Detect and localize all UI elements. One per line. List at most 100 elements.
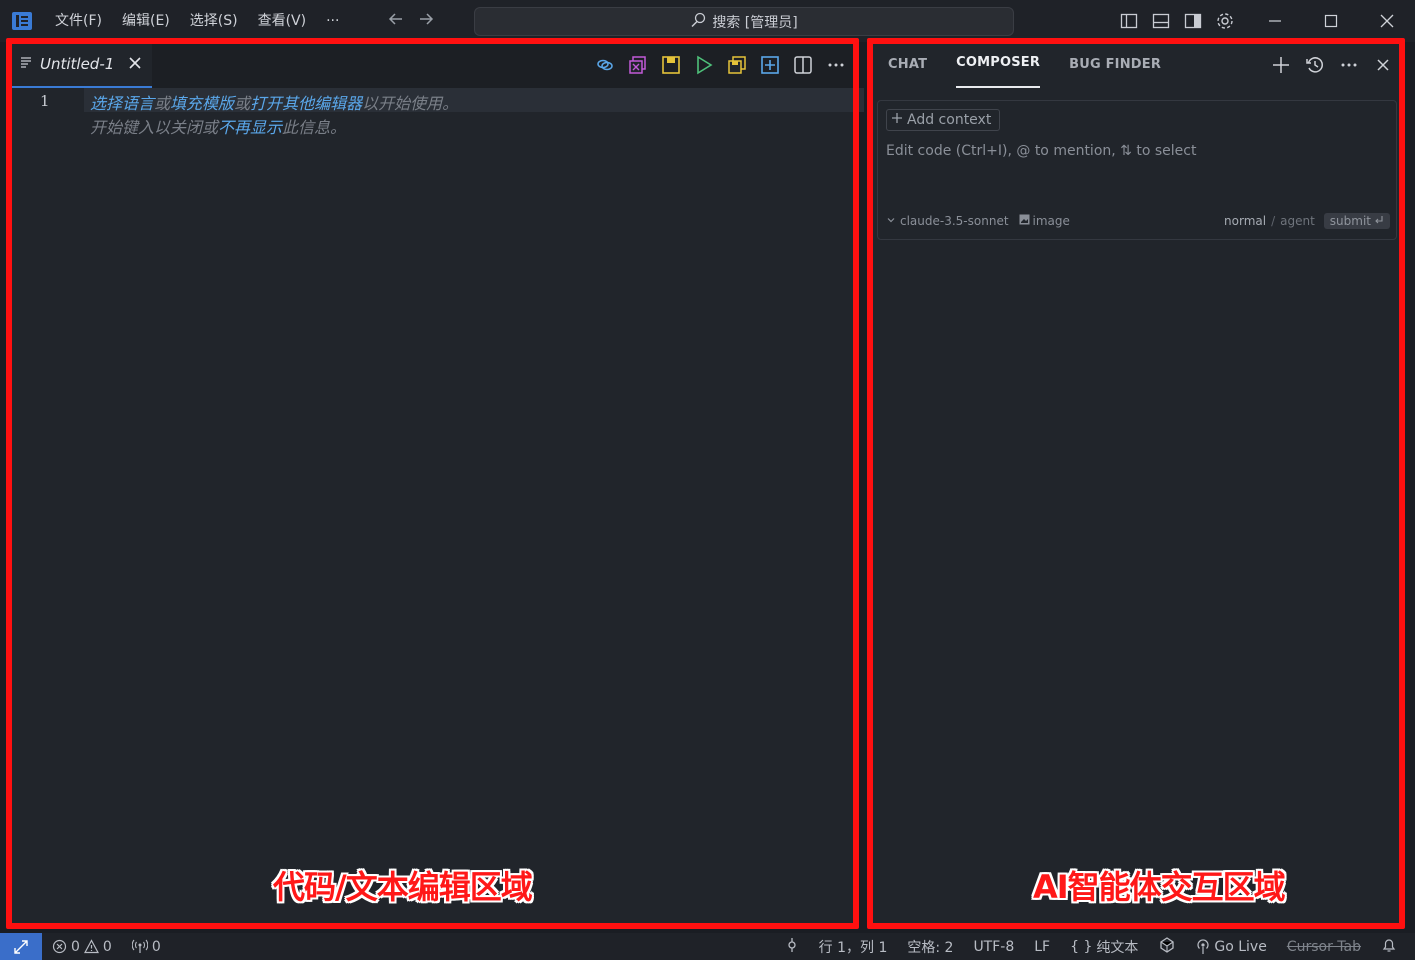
editor-actions <box>594 54 847 76</box>
end-of-line[interactable]: LF <box>1034 939 1050 955</box>
error-icon <box>52 939 67 954</box>
toggle-primary-sidebar-icon[interactable] <box>1118 10 1140 32</box>
editor-hint-line-1: 选择语言或填充模版或打开其他编辑器以开始使用。 <box>90 90 458 114</box>
add-context-button[interactable]: Add context <box>886 109 1001 131</box>
minimize-icon[interactable] <box>1247 0 1303 42</box>
indentation[interactable]: 空格: 2 <box>907 937 953 957</box>
image-icon <box>1019 214 1030 228</box>
open-other-editor-link[interactable]: 打开其他编辑器 <box>250 94 362 113</box>
status-left: 0 0 0 <box>52 939 161 955</box>
status-bar: 0 0 0 行 1，列 1 空格: 2 UTF-8 LF { } 纯文本 Go … <box>0 933 1415 960</box>
remote-connection-button[interactable] <box>0 933 42 960</box>
mode-normal[interactable]: normal <box>1224 214 1266 228</box>
ai-more-icon[interactable] <box>1338 54 1360 76</box>
ports-indicator[interactable]: 0 <box>131 939 161 955</box>
status-right: 行 1，列 1 空格: 2 UTF-8 LF { } 纯文本 Go Live C… <box>785 933 1397 960</box>
tab-bug-finder[interactable]: BUG FINDER <box>1069 42 1161 88</box>
chevron-down-icon <box>886 214 896 228</box>
braces-icon: { } <box>1070 938 1093 955</box>
layout-controls <box>1118 10 1236 32</box>
run-icon[interactable] <box>693 54 715 76</box>
maximize-icon[interactable] <box>1303 0 1359 42</box>
menu-view[interactable]: 查看(V) <box>248 0 317 42</box>
copilot-icon[interactable] <box>1158 936 1176 958</box>
plus-icon <box>891 112 903 128</box>
toggle-panel-icon[interactable] <box>1150 10 1172 32</box>
hint-or-2: 或 <box>234 94 251 113</box>
link-icon[interactable] <box>594 54 616 76</box>
app-logo-icon[interactable] <box>11 10 33 32</box>
close-panel-icon[interactable] <box>1372 54 1394 76</box>
editor-hint-line-2: 开始键入以关闭或不再显示此信息。 <box>90 114 346 138</box>
new-file-icon[interactable] <box>759 54 781 76</box>
language-mode[interactable]: { } 纯文本 <box>1070 937 1138 957</box>
save-all-icon[interactable] <box>726 54 748 76</box>
tab-composer[interactable]: COMPOSER <box>956 42 1041 88</box>
ai-panel: CHAT COMPOSER BUG FINDER Add context Edi <box>872 42 1400 926</box>
image-attach-button[interactable]: image <box>1019 214 1070 228</box>
ai-tab-bar: CHAT COMPOSER BUG FINDER <box>872 42 1400 88</box>
save-icon[interactable] <box>660 54 682 76</box>
menu-file[interactable]: 文件(F) <box>45 0 112 42</box>
broadcast-live-icon <box>1197 938 1209 954</box>
mode-agent[interactable]: agent <box>1280 214 1315 228</box>
mode-separator: / <box>1271 214 1276 228</box>
menu-more[interactable]: ··· <box>316 0 349 42</box>
go-live-label: Go Live <box>1214 938 1267 955</box>
add-context-label: Add context <box>907 112 992 128</box>
enter-key-icon <box>1374 214 1384 228</box>
menu-bar: 文件(F) 编辑(E) 选择(S) 查看(V) ··· <box>45 0 349 42</box>
image-label: image <box>1032 214 1070 228</box>
search-icon <box>690 12 706 32</box>
back-arrow-icon[interactable] <box>387 10 405 33</box>
fill-template-link[interactable]: 填充模版 <box>170 94 234 113</box>
tab-close-icon[interactable] <box>128 55 142 74</box>
tab-chat[interactable]: CHAT <box>888 42 927 88</box>
search-label: 搜索 [管理员] <box>712 14 798 31</box>
close-files-icon[interactable] <box>627 54 649 76</box>
go-live-button[interactable]: Go Live <box>1196 938 1267 955</box>
hint-this-message: 此信息。 <box>282 118 347 137</box>
title-bar: 文件(F) 编辑(E) 选择(S) 查看(V) ··· 搜索 [管理员] <box>0 0 1415 42</box>
model-name: claude-3.5-sonnet <box>900 214 1009 228</box>
ai-panel-actions <box>1270 54 1394 76</box>
editor-text-area[interactable]: 1 选择语言或填充模版或打开其他编辑器以开始使用。 开始键入以关闭或不再显示此信… <box>12 88 864 926</box>
menu-selection[interactable]: 选择(S) <box>180 0 248 42</box>
window-controls <box>1247 0 1415 42</box>
close-window-icon[interactable] <box>1359 0 1415 42</box>
ai-area-label: AI智能体交互区域 <box>1033 868 1286 906</box>
cursor-position[interactable]: 行 1，列 1 <box>819 937 888 957</box>
problems-indicator[interactable]: 0 0 <box>52 939 112 955</box>
dont-show-again-link[interactable]: 不再显示 <box>218 118 282 137</box>
composer-footer: claude-3.5-sonnet image normal / agent s… <box>886 211 1390 231</box>
nav-arrows <box>387 10 435 33</box>
new-composer-plus-icon[interactable] <box>1270 54 1292 76</box>
more-actions-icon[interactable] <box>825 54 847 76</box>
hint-to-start: 以开始使用。 <box>362 94 459 113</box>
git-commit-icon[interactable] <box>785 937 799 957</box>
split-editor-icon[interactable] <box>792 54 814 76</box>
menu-edit[interactable]: 编辑(E) <box>112 0 180 42</box>
command-search-box[interactable]: 搜索 [管理员] <box>474 7 1014 36</box>
encoding[interactable]: UTF-8 <box>973 939 1014 955</box>
submit-button[interactable]: submit <box>1323 213 1390 229</box>
submit-label: submit <box>1329 214 1371 228</box>
mode-switch: normal / agent submit <box>1224 213 1390 229</box>
model-selector[interactable]: claude-3.5-sonnet <box>886 214 1009 228</box>
editor-panel: Untitled-1 1 选择语言或填充模版或打开其他编辑器以开始使用。 开始键… <box>12 42 864 926</box>
tab-title: Untitled-1 <box>40 55 115 73</box>
select-language-link[interactable]: 选择语言 <box>90 94 154 113</box>
toggle-secondary-sidebar-icon[interactable] <box>1182 10 1204 32</box>
remote-icon <box>14 939 28 954</box>
notifications-bell-icon[interactable] <box>1381 937 1397 957</box>
settings-gear-icon[interactable] <box>1214 10 1236 32</box>
editor-tab-untitled[interactable]: Untitled-1 <box>12 42 153 88</box>
composer-input-box[interactable]: Add context Edit code (Ctrl+I), @ to men… <box>877 100 1397 240</box>
hint-start-typing: 开始键入以关闭或 <box>90 118 219 137</box>
composer-placeholder[interactable]: Edit code (Ctrl+I), @ to mention, ⇅ to s… <box>886 143 1196 159</box>
warning-icon <box>83 939 99 954</box>
cursor-tab-toggle[interactable]: Cursor Tab <box>1287 939 1361 955</box>
forward-arrow-icon[interactable] <box>417 10 435 33</box>
hint-or-1: 或 <box>154 94 171 113</box>
history-icon[interactable] <box>1304 54 1326 76</box>
